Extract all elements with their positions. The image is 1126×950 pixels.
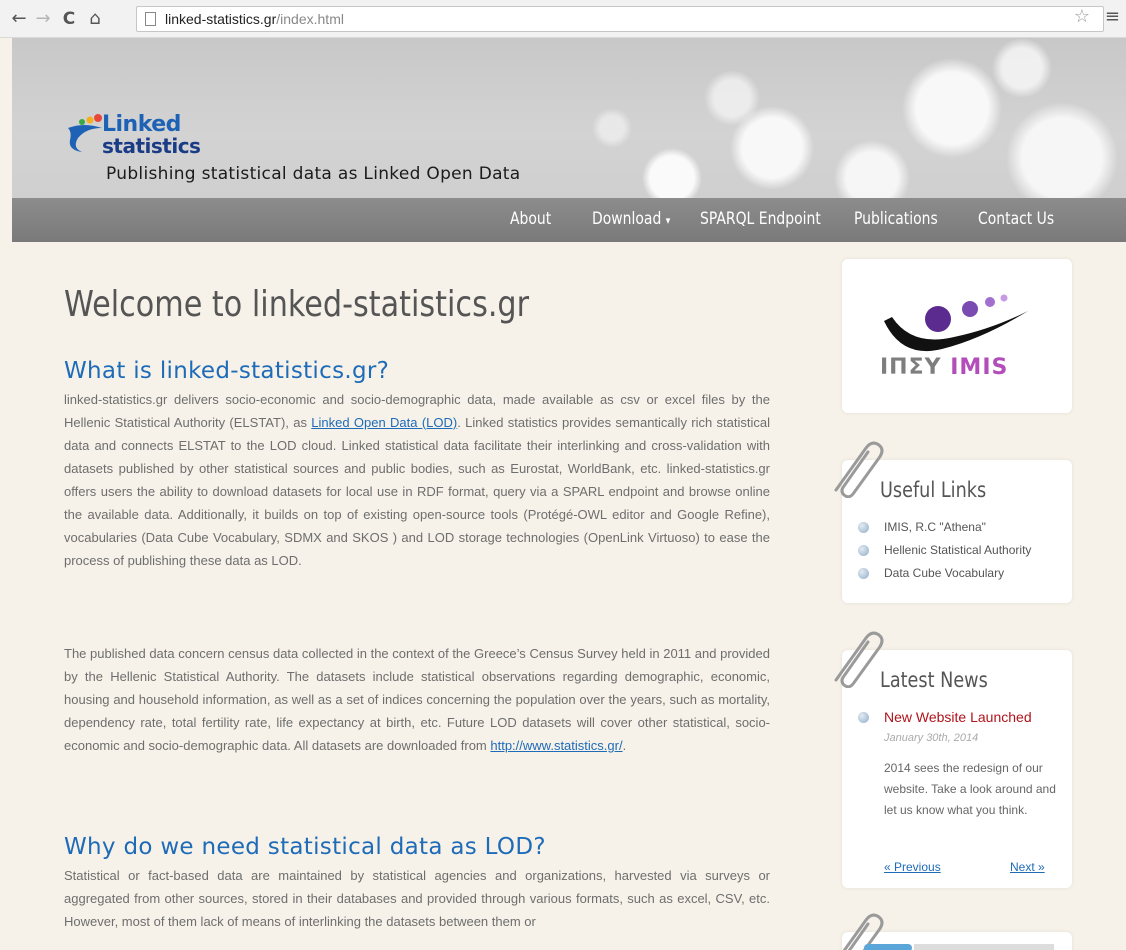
news-item-body: 2014 sees the redesign of our website. T…	[884, 761, 1056, 817]
useful-links-widget: Useful Links IMIS, R.C "Athena" Hellenic…	[834, 441, 1072, 603]
sidebar-widget-partial	[842, 913, 1072, 950]
news-item-date: January 30th, 2014	[884, 732, 979, 744]
url-path: /index.html	[276, 11, 344, 27]
paragraph-census: The published data concern census data c…	[64, 642, 770, 757]
site-header: Linked statistics Publishing statistical…	[12, 38, 1126, 198]
forward-button[interactable]: →	[32, 8, 54, 30]
next-link[interactable]: Next »	[1010, 860, 1045, 874]
paragraph-why-lod: Statistical or fact-based data are maint…	[64, 868, 770, 929]
paperclip-icon	[834, 441, 884, 498]
useful-links-list: IMIS, R.C "Athena" Hellenic Statistical …	[856, 516, 1031, 585]
paperclip-icon	[834, 631, 884, 688]
nav-download-label: Download	[592, 209, 662, 229]
partial-tab-bar	[914, 944, 1054, 950]
reload-button[interactable]: C	[58, 8, 80, 30]
paragraph-what-is: linked-statistics.gr delivers socio-econ…	[64, 388, 770, 572]
nav-download[interactable]: Download ▾	[592, 209, 670, 229]
list-item[interactable]: Hellenic Statistical Authority	[856, 539, 1031, 562]
useful-link[interactable]: Data Cube Vocabulary	[884, 566, 1004, 580]
heading-why-lod: Why do we need statistical data as LOD?	[64, 834, 546, 860]
url-text[interactable]: linked-statistics.gr/index.html	[165, 11, 344, 27]
nav-contact-us[interactable]: Contact Us	[978, 209, 1054, 229]
nav-publications[interactable]: Publications	[854, 209, 938, 229]
list-item[interactable]: IMIS, R.C "Athena"	[856, 516, 1031, 539]
page-icon	[145, 12, 156, 26]
paragraph-text: . Linked statistics provides semanticall…	[64, 415, 770, 568]
imis-greek: ΙΠΣΥ	[880, 355, 942, 380]
partial-tab-indicator	[864, 944, 912, 950]
nav-sparql-endpoint[interactable]: SPARQL Endpoint	[700, 209, 821, 229]
previous-link[interactable]: « Previous	[884, 860, 941, 874]
imis-widget: ΙΠΣΥ IMIS	[842, 259, 1072, 413]
imis-english: IMIS	[950, 355, 1009, 380]
site-logo[interactable]: Linked statistics	[64, 98, 224, 162]
bullet-icon	[858, 522, 869, 533]
paragraph-text: The published data concern census data c…	[64, 646, 770, 753]
back-button[interactable]: ←	[8, 8, 30, 30]
site-tagline: Publishing statistical data as Linked Op…	[106, 164, 521, 184]
imis-wordmark: ΙΠΣΥ IMIS	[880, 355, 1008, 380]
news-item[interactable]: New Website Launched	[856, 706, 1032, 730]
browser-toolbar: ← → C ⌂ linked-statistics.gr/index.html …	[0, 0, 1126, 38]
bookmark-star-icon[interactable]: ☆	[1074, 6, 1090, 27]
news-list: New Website Launched	[856, 706, 1032, 730]
chevron-down-icon: ▾	[665, 214, 671, 227]
useful-links-title: Useful Links	[880, 478, 987, 502]
latest-news-title: Latest News	[880, 668, 988, 692]
paragraph-text: .	[622, 738, 627, 753]
heading-what-is: What is linked-statistics.gr?	[64, 358, 390, 384]
lod-link[interactable]: Linked Open Data (LOD)	[311, 415, 457, 430]
news-item-title[interactable]: New Website Launched	[884, 709, 1032, 725]
bullet-icon	[858, 712, 869, 723]
bullet-icon	[858, 568, 869, 579]
page-title: Welcome to linked-statistics.gr	[64, 284, 530, 325]
logo-text-statistics: statistics	[102, 134, 201, 158]
useful-link[interactable]: IMIS, R.C "Athena"	[884, 520, 986, 534]
url-host: linked-statistics.gr	[165, 11, 277, 27]
list-item[interactable]: Data Cube Vocabulary	[856, 562, 1031, 585]
useful-link[interactable]: Hellenic Statistical Authority	[884, 543, 1031, 557]
bullet-icon	[858, 545, 869, 556]
nav-about[interactable]: About	[510, 209, 551, 229]
latest-news-widget: Latest News New Website Launched January…	[834, 631, 1072, 888]
statistics-gr-link[interactable]: http://www.statistics.gr/	[490, 738, 622, 753]
browser-menu-icon[interactable]: ≡	[1105, 6, 1120, 27]
address-bar[interactable]: linked-statistics.gr/index.html	[136, 6, 1104, 32]
home-button[interactable]: ⌂	[84, 8, 106, 30]
main-nav: About Download ▾ SPARQL Endpoint Publica…	[12, 198, 1126, 242]
